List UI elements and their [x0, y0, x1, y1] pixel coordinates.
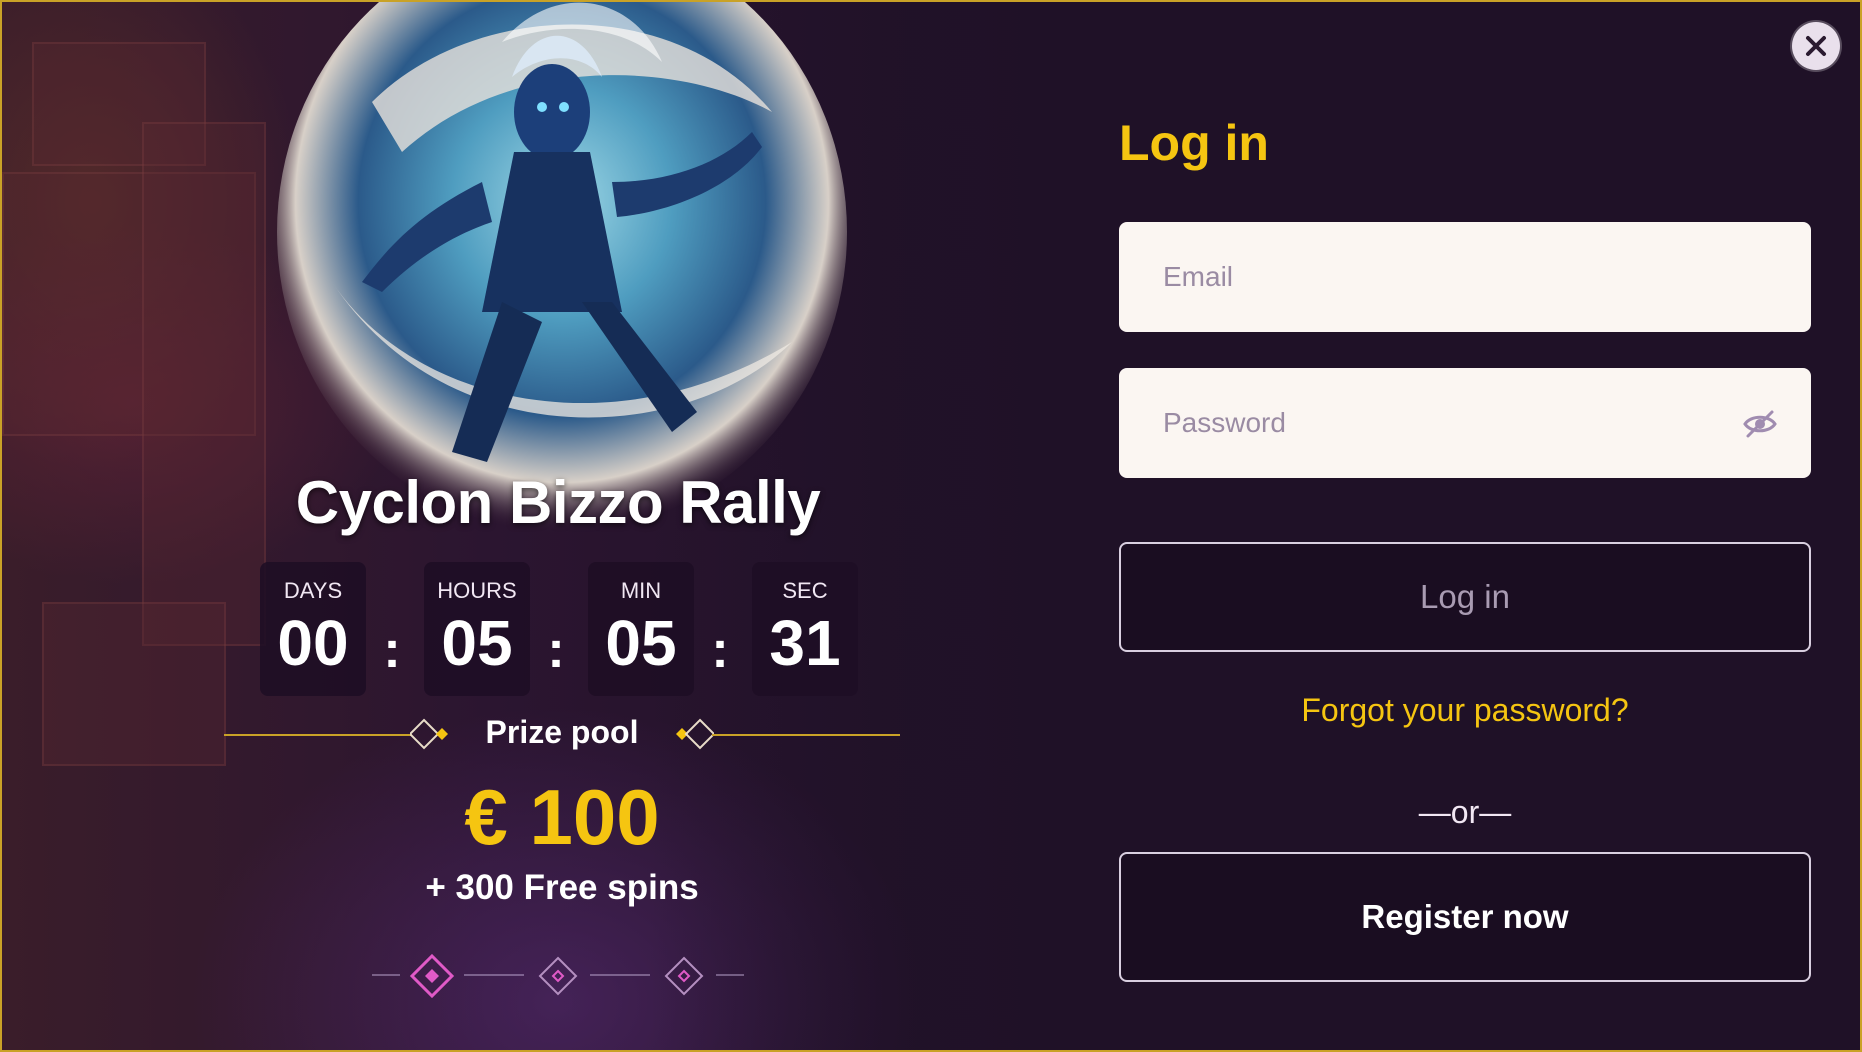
prize-free-spins: + 300 Free spins [425, 868, 699, 907]
prize-pool-label: Prize pool [485, 714, 639, 750]
countdown-value: 31 [769, 607, 841, 679]
login-button[interactable]: Log in [1119, 542, 1811, 652]
close-button[interactable] [1792, 22, 1840, 70]
prize-amount: € 100 [464, 773, 660, 861]
countdown-days: DAYS 00 [260, 562, 366, 696]
countdown-label: SEC [782, 578, 828, 603]
close-icon [1806, 36, 1826, 56]
countdown-label: MIN [620, 578, 662, 603]
pager-line [590, 974, 650, 976]
countdown-separator: : [383, 621, 401, 679]
prize-pool-heading: Prize pool [224, 712, 900, 756]
countdown-label: DAYS [283, 578, 343, 603]
slider-pagination [372, 946, 752, 1006]
countdown-value: 05 [441, 607, 513, 679]
eye-slash-icon[interactable] [1742, 406, 1778, 442]
diamond-ornament-icon [676, 718, 714, 750]
pager-dot[interactable] [536, 954, 580, 998]
pager-dot-active[interactable] [410, 954, 454, 998]
countdown-separator: : [711, 621, 729, 679]
countdown-seconds: SEC 31 [752, 562, 858, 696]
pager-line [464, 974, 524, 976]
pager-line [716, 974, 744, 976]
prize-divider-line [712, 734, 900, 736]
login-modal: Cyclon Bizzo Rally DAYS 00 : HOURS 05 : … [0, 0, 1862, 1052]
password-field[interactable] [1119, 368, 1811, 478]
promo-panel: Cyclon Bizzo Rally DAYS 00 : HOURS 05 : … [2, 2, 1082, 1050]
countdown-label: HOURS [437, 578, 517, 603]
event-title: Cyclon Bizzo Rally [295, 469, 821, 536]
login-title: Log in [1119, 115, 1269, 171]
countdown-separator: : [547, 621, 565, 679]
or-divider: —or— [1418, 794, 1512, 830]
countdown-value: 00 [277, 607, 349, 679]
countdown-timer: DAYS 00 : HOURS 05 : MIN 05 : SEC 31 [260, 562, 860, 696]
countdown-hours: HOURS 05 [424, 562, 530, 696]
pager-dot[interactable] [662, 954, 706, 998]
countdown-value: 05 [605, 607, 677, 679]
countdown-minutes: MIN 05 [588, 562, 694, 696]
pager-line [372, 974, 400, 976]
email-field[interactable] [1119, 222, 1811, 332]
register-button[interactable]: Register now [1119, 852, 1811, 982]
forgot-password-link[interactable]: Forgot your password? [1119, 692, 1811, 729]
